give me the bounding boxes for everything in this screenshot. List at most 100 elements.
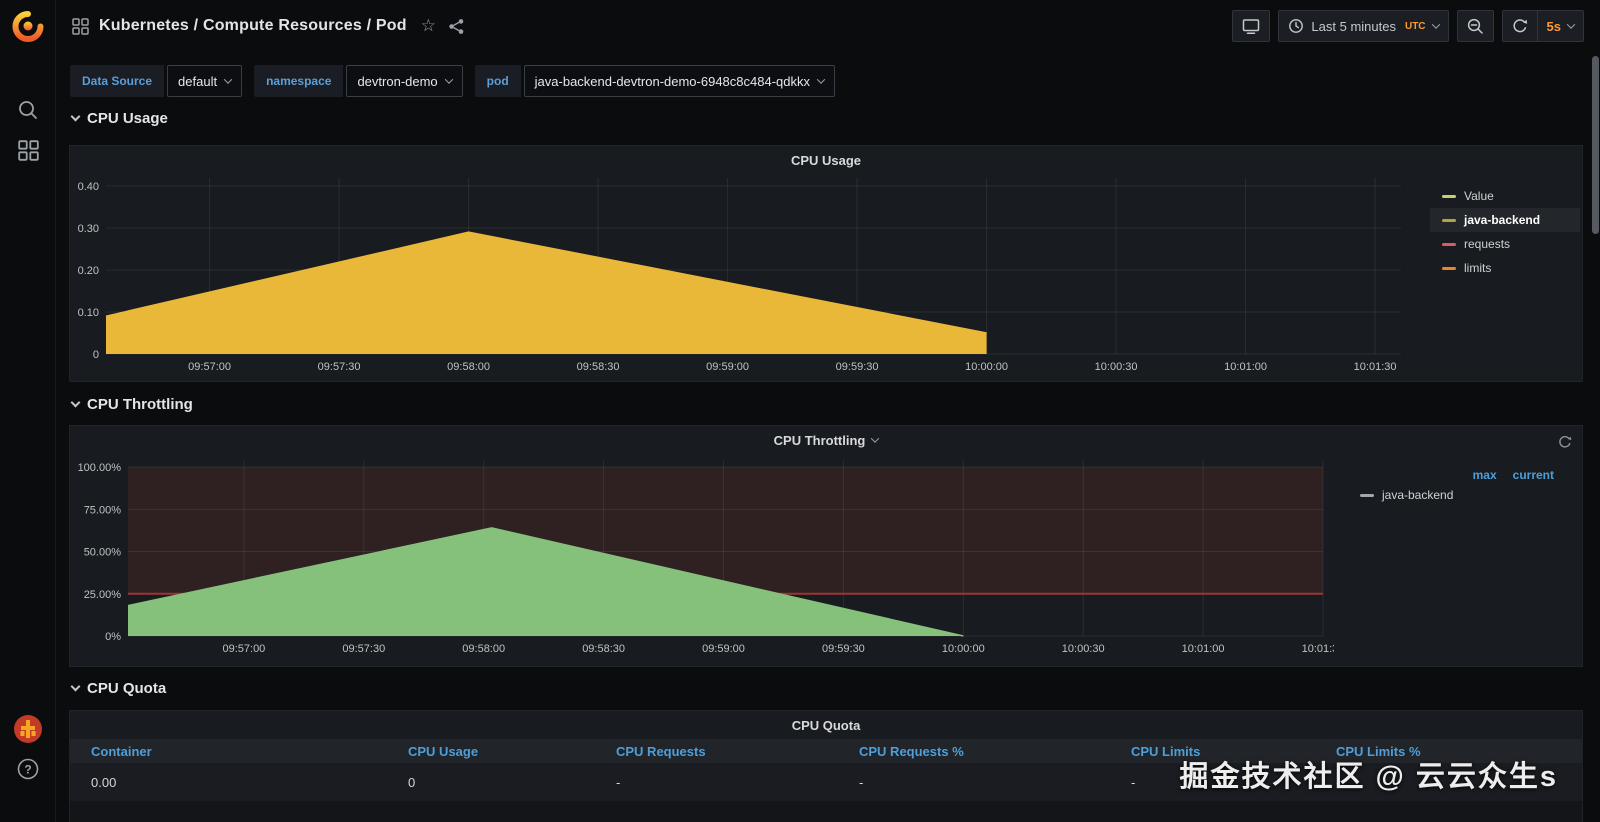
- svg-text:10:01:00: 10:01:00: [1182, 643, 1225, 655]
- svg-text:100.00%: 100.00%: [78, 462, 122, 474]
- variable-value: java-backend-devtron-demo-6948c8c484-qdk…: [534, 73, 810, 89]
- time-range-label: Last 5 minutes: [1311, 18, 1396, 34]
- zoom-out-time-button[interactable]: [1456, 10, 1494, 42]
- svg-text:25.00%: 25.00%: [84, 589, 122, 601]
- legend-label: requests: [1464, 237, 1511, 251]
- table-cell: 0.00: [91, 774, 117, 790]
- sidebar-app-button[interactable]: [0, 714, 56, 744]
- variable-bar: Data Source default namespace devtron-de…: [70, 65, 835, 97]
- series-color-marker: [1442, 242, 1456, 246]
- datasource-dropdown[interactable]: default: [167, 65, 243, 97]
- tv-kiosk-icon: [1243, 18, 1260, 34]
- namespace-dropdown[interactable]: devtron-demo: [346, 65, 463, 97]
- top-navbar: Kubernetes / Compute Resources / Pod ☆ L…: [56, 0, 1600, 52]
- variable-value: default: [178, 73, 218, 89]
- svg-text:10:00:00: 10:00:00: [965, 361, 1008, 373]
- svg-text:09:59:00: 09:59:00: [702, 643, 745, 655]
- table-header-cpu-requests-[interactable]: CPU Requests %: [859, 744, 1131, 759]
- svg-text:0%: 0%: [105, 631, 121, 643]
- table-header-container[interactable]: Container: [70, 744, 408, 759]
- svg-text:09:59:00: 09:59:00: [706, 361, 749, 373]
- chevron-down-icon: [70, 111, 81, 122]
- svg-text:09:57:30: 09:57:30: [342, 643, 385, 655]
- star-favorite-button[interactable]: ☆: [421, 16, 436, 36]
- zoom-out-icon: [1467, 18, 1483, 34]
- cpu-usage-chart[interactable]: 0 0.10 0.20 0.30 0.40 09:57:00 09:57:30 09:58:0…: [70, 174, 1434, 379]
- panel-title-cpu-throttling[interactable]: CPU Throttling: [70, 426, 1582, 454]
- svg-text:10:01:30: 10:01:30: [1302, 643, 1334, 655]
- panel-cpu-throttling: CPU Throttling 0% 25.00% 50.00% 75.00% 100.0…: [69, 425, 1583, 667]
- section-title: CPU Usage: [87, 110, 168, 127]
- svg-text:10:01:00: 10:01:00: [1224, 361, 1267, 373]
- svg-text:09:57:30: 09:57:30: [318, 361, 361, 373]
- cpu-throttling-chart[interactable]: 0% 25.00% 50.00% 75.00% 100.00% 09:57:00 09:57…: [70, 454, 1334, 664]
- app-plugin-icon: [14, 715, 42, 743]
- variable-pod: pod java-backend-devtron-demo-6948c8c484…: [474, 65, 835, 97]
- table-footer-strip: [70, 801, 1582, 822]
- dashboard-title[interactable]: Kubernetes / Compute Resources / Pod: [99, 17, 407, 35]
- table-header-cpu-usage[interactable]: CPU Usage: [408, 744, 616, 759]
- grafana-logo-icon: [12, 11, 44, 42]
- table-header-cpu-requests[interactable]: CPU Requests: [616, 744, 859, 759]
- chevron-down-icon: [871, 434, 880, 443]
- variable-namespace: namespace devtron-demo: [254, 65, 463, 97]
- sidebar-dashboards-button[interactable]: [0, 140, 56, 161]
- pod-dropdown[interactable]: java-backend-devtron-demo-6948c8c484-qdk…: [523, 65, 835, 97]
- legend-label: Value: [1464, 189, 1494, 203]
- watermark-text: 掘金技术社区 @ 云云众生s: [1179, 761, 1558, 793]
- time-range-picker[interactable]: Last 5 minutes UTC: [1278, 10, 1449, 42]
- svg-text:75.00%: 75.00%: [84, 504, 122, 516]
- page-scrollbar[interactable]: [1592, 56, 1599, 234]
- legend-item-value[interactable]: Value: [1430, 184, 1580, 208]
- svg-text:10:00:30: 10:00:30: [1095, 361, 1138, 373]
- variable-datasource: Data Source default: [70, 65, 243, 97]
- button-divider: [1536, 11, 1538, 41]
- svg-text:0.10: 0.10: [78, 307, 99, 319]
- legend-sort-current[interactable]: current: [1513, 468, 1554, 482]
- refresh-picker[interactable]: 5s: [1501, 10, 1584, 42]
- sidebar: ?: [0, 0, 56, 822]
- svg-text:09:58:30: 09:58:30: [582, 643, 625, 655]
- search-icon: [19, 101, 37, 119]
- timezone-label: UTC: [1404, 20, 1426, 32]
- svg-text:09:57:00: 09:57:00: [188, 361, 231, 373]
- section-cpu-throttling[interactable]: CPU Throttling: [70, 396, 193, 413]
- svg-text:09:58:00: 09:58:00: [462, 643, 505, 655]
- section-title: CPU Quota: [87, 680, 167, 697]
- svg-text:0.30: 0.30: [78, 223, 99, 235]
- section-cpu-quota[interactable]: CPU Quota: [70, 680, 167, 697]
- refresh-interval-label: 5s: [1546, 18, 1561, 34]
- variable-label: Data Source: [70, 65, 165, 97]
- series-color-marker: [1442, 194, 1456, 198]
- panel-loading-spinner: [1558, 435, 1572, 454]
- legend-item-limits[interactable]: limits: [1430, 256, 1580, 280]
- chevron-down-icon: [223, 75, 233, 84]
- grafana-logo[interactable]: [0, 10, 56, 42]
- panel-title-cpu-usage[interactable]: CPU Usage: [70, 146, 1582, 174]
- cycle-view-mode-button[interactable]: [1232, 10, 1271, 42]
- legend-item-java-backend[interactable]: java-backend: [1332, 488, 1582, 502]
- cpu-throttling-legend: max current java-backend: [1332, 468, 1582, 502]
- variable-label: namespace: [254, 65, 344, 97]
- section-cpu-usage[interactable]: CPU Usage: [70, 110, 168, 127]
- spinner-icon: [1559, 436, 1572, 448]
- grafana-dashboard: ? Kubernetes / Compute Resources / Pod ☆: [0, 0, 1600, 822]
- chevron-down-icon: [70, 397, 81, 408]
- panel-title-cpu-quota[interactable]: CPU Quota: [70, 711, 1582, 739]
- legend-item-requests[interactable]: requests: [1430, 232, 1580, 256]
- share-icon[interactable]: [448, 18, 465, 35]
- cpu-usage-legend: Value java-backend requests limits: [1430, 184, 1580, 280]
- series-color-marker: [1442, 218, 1456, 222]
- legend-sort-max[interactable]: max: [1473, 468, 1497, 482]
- sidebar-help-button[interactable]: ?: [0, 757, 56, 781]
- legend-label: java-backend: [1464, 213, 1541, 227]
- legend-item-java-backend[interactable]: java-backend: [1430, 208, 1580, 232]
- chevron-down-icon: [444, 75, 453, 84]
- svg-text:09:57:00: 09:57:00: [222, 643, 265, 655]
- sidebar-search-button[interactable]: [0, 99, 56, 121]
- chevron-down-icon: [1431, 20, 1440, 29]
- chevron-down-icon: [70, 681, 81, 692]
- table-cell: -: [859, 774, 864, 790]
- series-color-marker: [1442, 266, 1456, 270]
- section-title: CPU Throttling: [87, 396, 193, 413]
